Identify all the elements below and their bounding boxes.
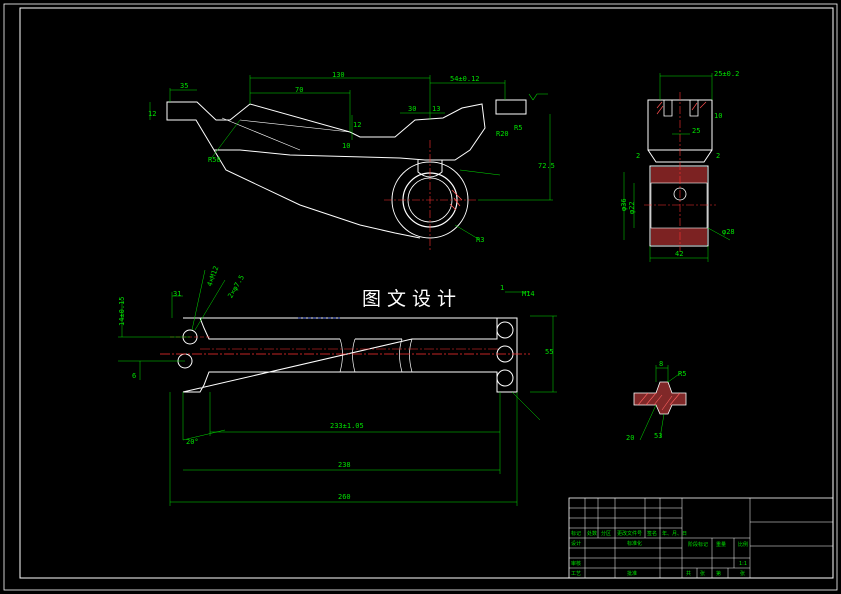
top-dim-4m12: 4×M12 <box>206 265 221 288</box>
front-dim-13: 13 <box>432 105 440 113</box>
top-dim-1: 1 <box>500 284 504 292</box>
tb-standardization: 标准化 <box>627 540 642 547</box>
section-view-outline <box>633 381 687 415</box>
side-view-boss-hatch-bottom <box>651 228 707 245</box>
front-dim-10: 10 <box>342 142 350 150</box>
tb-scale: 比例 <box>738 541 748 548</box>
tb-design: 设计 <box>571 540 581 547</box>
section-dim-8: 8 <box>659 360 663 368</box>
top-view-outline <box>182 317 518 393</box>
tb-weight: 重量 <box>716 541 726 548</box>
section-view: 8 R5 20 53 <box>626 360 686 442</box>
front-dim-12b: 12 <box>353 121 361 129</box>
tb-process: 工艺 <box>571 571 581 577</box>
top-view-break-mid <box>352 338 413 373</box>
top-dim-14-015: 14±0.15 <box>118 296 126 326</box>
top-dim-55: 55 <box>545 348 553 356</box>
tb-approve: 批准 <box>627 570 637 577</box>
side-dim-phi36: φ36 <box>620 198 628 211</box>
title-block: 标记 处数 分区 更改文件号 签名 年、月、日 设计 标准化 审核 工艺 批准 … <box>568 497 834 579</box>
tb-sign: 签名 <box>647 530 657 537</box>
front-dim-r20: R20 <box>496 130 509 138</box>
tb-date: 年、月、日 <box>662 530 687 537</box>
side-dim-2-left: 2 <box>636 152 640 160</box>
front-dim-130: 130 <box>332 71 345 79</box>
tb-review: 审核 <box>571 560 581 567</box>
front-dim-54: 54±0.12 <box>450 75 480 83</box>
front-dim-35: 35 <box>180 82 188 90</box>
front-dim-r5: R5 <box>514 124 522 132</box>
front-dim-12: 12 <box>148 110 156 118</box>
roughness-symbol <box>528 93 548 101</box>
tb-stage: 阶段标记 <box>688 541 708 548</box>
top-dim-phi7-5: 2×φ7.5 <box>226 274 246 300</box>
side-dim-phi28: φ28 <box>722 228 735 236</box>
side-dim-25: 25 <box>692 127 700 135</box>
front-view-inner-rib <box>221 117 351 151</box>
tb-scale-value: 1:1 <box>739 561 747 567</box>
side-view-slot <box>663 100 699 117</box>
top-dim-m14: M14 <box>522 290 535 298</box>
top-view-hole-right-3 <box>496 369 514 387</box>
drawing-sheet: 130 70 54±0.12 30 13 35 10 12 12 R20 72.… <box>3 3 838 591</box>
side-dim-42: 42 <box>675 250 683 258</box>
front-view-lower-arm <box>213 149 421 239</box>
top-view-hole-right-1 <box>496 321 514 339</box>
tb-zone: 分区 <box>601 530 611 537</box>
section-dim-r5: R5 <box>678 370 686 378</box>
top-view: 31 14±0.15 6 4×M12 2×φ7.5 M14 233±1.05 2… <box>118 265 557 506</box>
tb-count: 处数 <box>587 530 597 537</box>
top-dim-20deg: 20° <box>186 438 199 446</box>
side-view-boss-hatch-top <box>651 167 707 183</box>
tb-change-doc: 更改文件号 <box>617 530 642 537</box>
tb-sheet-unit-2: 张 <box>740 570 745 577</box>
tb-mark: 标记 <box>571 530 581 537</box>
top-dim-260: 260 <box>338 493 351 501</box>
top-dim-6: 6 <box>132 372 136 380</box>
watermark-text: 图文设计 <box>362 288 462 310</box>
front-dim-72-5: 72.5 <box>538 162 555 170</box>
side-dim-10: 10 <box>714 112 722 120</box>
section-dim-53: 53 <box>654 432 662 440</box>
top-dim-233: 233±1.05 <box>330 422 364 430</box>
front-dim-70: 70 <box>295 86 303 94</box>
front-dim-r3: R3 <box>476 236 484 244</box>
side-view: 25±0.2 10 25 2 2 φ36 φ22 42 φ28 <box>620 70 739 262</box>
front-view: 130 70 54±0.12 30 13 35 10 12 12 R20 72.… <box>148 71 555 250</box>
tb-sheet-total: 共 <box>686 570 691 577</box>
side-dim-25-02: 25±0.2 <box>714 70 739 78</box>
tb-sheet-no: 第 <box>716 570 721 577</box>
tb-sheet-unit: 张 <box>700 570 705 577</box>
section-dim-20: 20 <box>626 434 634 442</box>
side-view-bore <box>650 182 708 229</box>
front-dim-r50: R50 <box>208 156 221 164</box>
top-dim-238: 238 <box>338 461 351 469</box>
top-dim-31: 31 <box>173 290 181 298</box>
front-dim-30: 30 <box>408 105 416 113</box>
side-dim-2-right: 2 <box>716 152 720 160</box>
front-view-top-lug <box>495 99 527 115</box>
side-dim-phi22: φ22 <box>628 201 636 214</box>
